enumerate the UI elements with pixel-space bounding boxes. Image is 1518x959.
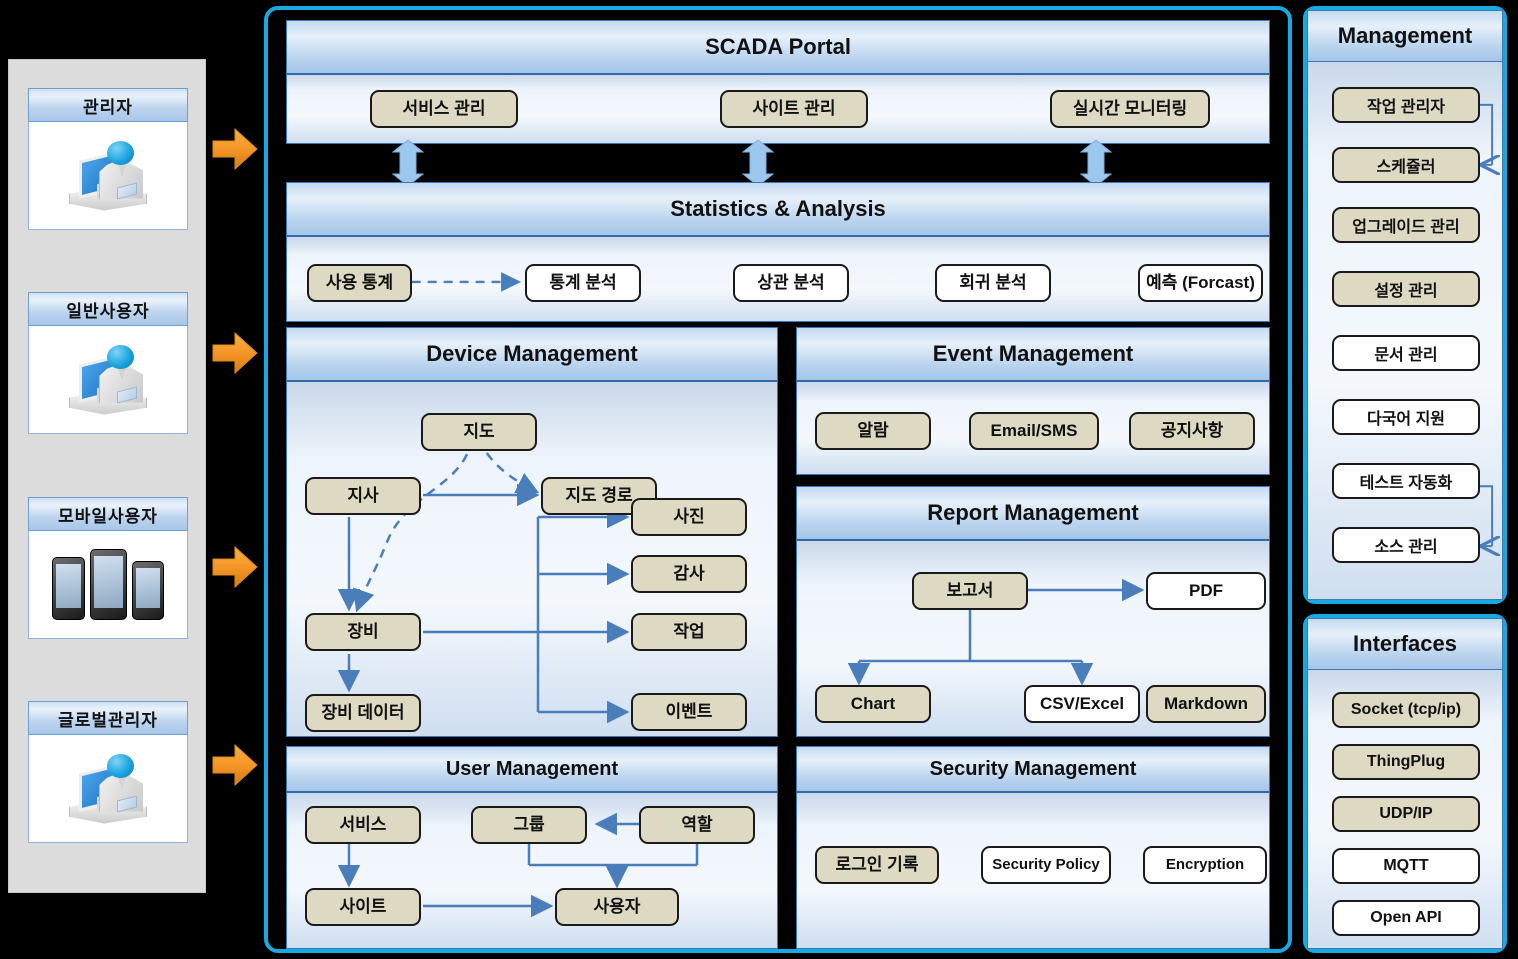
management-item-source[interactable]: 소스 관리 bbox=[1332, 527, 1480, 563]
node-service-management[interactable]: 서비스 관리 bbox=[370, 90, 518, 128]
section-report-management: Report Management 보고서 PDF Chart CSV/Exce… bbox=[796, 486, 1270, 737]
section-body: 서비스 관리 사이트 관리 실시간 모니터링 bbox=[287, 75, 1269, 143]
node-audit[interactable]: 감사 bbox=[631, 555, 747, 593]
section-title: User Management bbox=[287, 747, 777, 793]
actor-arrow-icon bbox=[211, 544, 259, 590]
section-body: 로그인 기록 Security Policy Encryption bbox=[797, 793, 1269, 948]
panel-body: 작업 관리자 스케쥴러 업그레이드 관리 설정 관리 문서 관리 다국어 지원 … bbox=[1307, 62, 1503, 600]
node-pdf[interactable]: PDF bbox=[1146, 572, 1266, 610]
node-event[interactable]: 이벤트 bbox=[631, 693, 747, 731]
node-notice[interactable]: 공지사항 bbox=[1129, 412, 1255, 450]
section-title: Statistics & Analysis bbox=[287, 183, 1269, 237]
interface-item-open-api[interactable]: Open API bbox=[1332, 900, 1480, 936]
node-login-history[interactable]: 로그인 기록 bbox=[815, 846, 939, 884]
actor-title: 글로벌관리자 bbox=[28, 701, 188, 735]
panel-title: Interfaces bbox=[1307, 618, 1503, 670]
section-user-management: User Management 서비스 그룹 역할 사이트 사용자 bbox=[286, 746, 778, 949]
section-title: Security Management bbox=[797, 747, 1269, 793]
actor-title: 일반사용자 bbox=[28, 292, 188, 326]
management-connectors bbox=[1478, 103, 1502, 599]
management-item-test-automation[interactable]: 테스트 자동화 bbox=[1332, 463, 1480, 499]
actor-card-global-admin[interactable]: 글로벌관리자 bbox=[28, 701, 188, 843]
section-body: 지도 지사 지도 경로 장비 장비 데이터 사진 감사 작업 이벤트 bbox=[287, 382, 777, 736]
interface-item-socket[interactable]: Socket (tcp/ip) bbox=[1332, 692, 1480, 728]
node-service[interactable]: 서비스 bbox=[305, 806, 421, 844]
actor-card-admin[interactable]: 관리자 bbox=[28, 88, 188, 230]
management-item-settings[interactable]: 설정 관리 bbox=[1332, 271, 1480, 307]
management-item-upgrade[interactable]: 업그레이드 관리 bbox=[1332, 207, 1480, 243]
main-platform-panel: SCADA Portal 서비스 관리 사이트 관리 실시간 모니터링 Stat… bbox=[264, 6, 1292, 953]
node-device[interactable]: 장비 bbox=[305, 613, 421, 651]
actor-illustration bbox=[28, 735, 188, 843]
management-item-multilang[interactable]: 다국어 지원 bbox=[1332, 399, 1480, 435]
actor-card-general-user[interactable]: 일반사용자 bbox=[28, 292, 188, 434]
actor-arrow-icon bbox=[211, 742, 259, 788]
bidirectional-arrows bbox=[391, 140, 1113, 187]
panel-interfaces: Interfaces Socket (tcp/ip) ThingPlug UDP… bbox=[1303, 614, 1507, 953]
node-statistical-analysis[interactable]: 통계 분석 bbox=[525, 264, 641, 302]
node-device-data[interactable]: 장비 데이터 bbox=[305, 694, 421, 732]
section-body: 보고서 PDF Chart CSV/Excel Markdown bbox=[797, 541, 1269, 736]
node-alarm[interactable]: 알람 bbox=[815, 412, 931, 450]
panel-management: Management 작업 관리자 스케쥴러 업그레이드 관리 설정 관리 문서… bbox=[1303, 6, 1507, 604]
actor-title: 모바일사용자 bbox=[28, 497, 188, 531]
section-event-management: Event Management 알람 Email/SMS 공지사항 bbox=[796, 327, 1270, 475]
actor-title: 관리자 bbox=[28, 88, 188, 122]
interface-item-udpip[interactable]: UDP/IP bbox=[1332, 796, 1480, 832]
section-title: Report Management bbox=[797, 487, 1269, 541]
actor-illustration bbox=[28, 122, 188, 230]
desk-person-icon bbox=[69, 752, 147, 826]
diagram-root: 관리자 일반사용자 모바일사용자 글로벌관리자 SCADA Portal 서비스… bbox=[0, 0, 1518, 959]
panel-body: Socket (tcp/ip) ThingPlug UDP/IP MQTT Op… bbox=[1307, 670, 1503, 949]
node-forecast[interactable]: 예측 (Forcast) bbox=[1138, 264, 1263, 302]
node-branch[interactable]: 지사 bbox=[305, 477, 421, 515]
section-security-management: Security Management 로그인 기록 Security Poli… bbox=[796, 746, 1270, 949]
node-site[interactable]: 사이트 bbox=[305, 888, 421, 926]
desk-person-icon bbox=[69, 343, 147, 417]
section-device-management: Device Management 지도 지사 지도 경로 장비 장비 데이터 … bbox=[286, 327, 778, 737]
node-security-policy[interactable]: Security Policy bbox=[981, 846, 1111, 884]
node-csv-excel[interactable]: CSV/Excel bbox=[1024, 685, 1140, 723]
node-site-management[interactable]: 사이트 관리 bbox=[720, 90, 868, 128]
node-user[interactable]: 사용자 bbox=[555, 888, 679, 926]
mobile-phones-icon bbox=[52, 549, 164, 620]
node-group[interactable]: 그룹 bbox=[471, 806, 587, 844]
actor-arrow-icon bbox=[211, 126, 259, 172]
actor-illustration bbox=[28, 326, 188, 434]
node-role[interactable]: 역할 bbox=[639, 806, 755, 844]
section-statistics-analysis: Statistics & Analysis 사용 통계 통계 분석 상관 분석 … bbox=[286, 182, 1270, 322]
section-body: 알람 Email/SMS 공지사항 bbox=[797, 382, 1269, 474]
section-title: Device Management bbox=[287, 328, 777, 382]
node-photo[interactable]: 사진 bbox=[631, 498, 747, 536]
node-email-sms[interactable]: Email/SMS bbox=[969, 412, 1099, 450]
actor-card-mobile-user[interactable]: 모바일사용자 bbox=[28, 497, 188, 639]
node-task[interactable]: 작업 bbox=[631, 613, 747, 651]
management-item-document[interactable]: 문서 관리 bbox=[1332, 335, 1480, 371]
section-body: 사용 통계 통계 분석 상관 분석 회귀 분석 예측 (Forcast) bbox=[287, 237, 1269, 321]
interface-item-thingplug[interactable]: ThingPlug bbox=[1332, 744, 1480, 780]
desk-person-icon bbox=[69, 139, 147, 213]
node-report[interactable]: 보고서 bbox=[912, 572, 1028, 610]
node-usage-statistics[interactable]: 사용 통계 bbox=[307, 264, 412, 302]
management-item-scheduler[interactable]: 스케쥴러 bbox=[1332, 147, 1480, 183]
section-title: SCADA Portal bbox=[287, 21, 1269, 75]
actor-illustration bbox=[28, 531, 188, 639]
node-correlation-analysis[interactable]: 상관 분석 bbox=[733, 264, 849, 302]
panel-title: Management bbox=[1307, 10, 1503, 62]
node-chart[interactable]: Chart bbox=[815, 685, 931, 723]
node-markdown[interactable]: Markdown bbox=[1146, 685, 1266, 723]
actor-panel: 관리자 일반사용자 모바일사용자 글로벌관리자 bbox=[8, 59, 206, 893]
node-realtime-monitoring[interactable]: 실시간 모니터링 bbox=[1050, 90, 1210, 128]
actor-arrow-icon bbox=[211, 330, 259, 376]
interface-item-mqtt[interactable]: MQTT bbox=[1332, 848, 1480, 884]
management-item-task-manager[interactable]: 작업 관리자 bbox=[1332, 87, 1480, 123]
node-encryption[interactable]: Encryption bbox=[1143, 846, 1267, 884]
node-map[interactable]: 지도 bbox=[421, 413, 537, 451]
section-scada-portal: SCADA Portal 서비스 관리 사이트 관리 실시간 모니터링 bbox=[286, 20, 1270, 144]
node-regression-analysis[interactable]: 회귀 분석 bbox=[935, 264, 1051, 302]
section-body: 서비스 그룹 역할 사이트 사용자 bbox=[287, 793, 777, 948]
section-title: Event Management bbox=[797, 328, 1269, 382]
